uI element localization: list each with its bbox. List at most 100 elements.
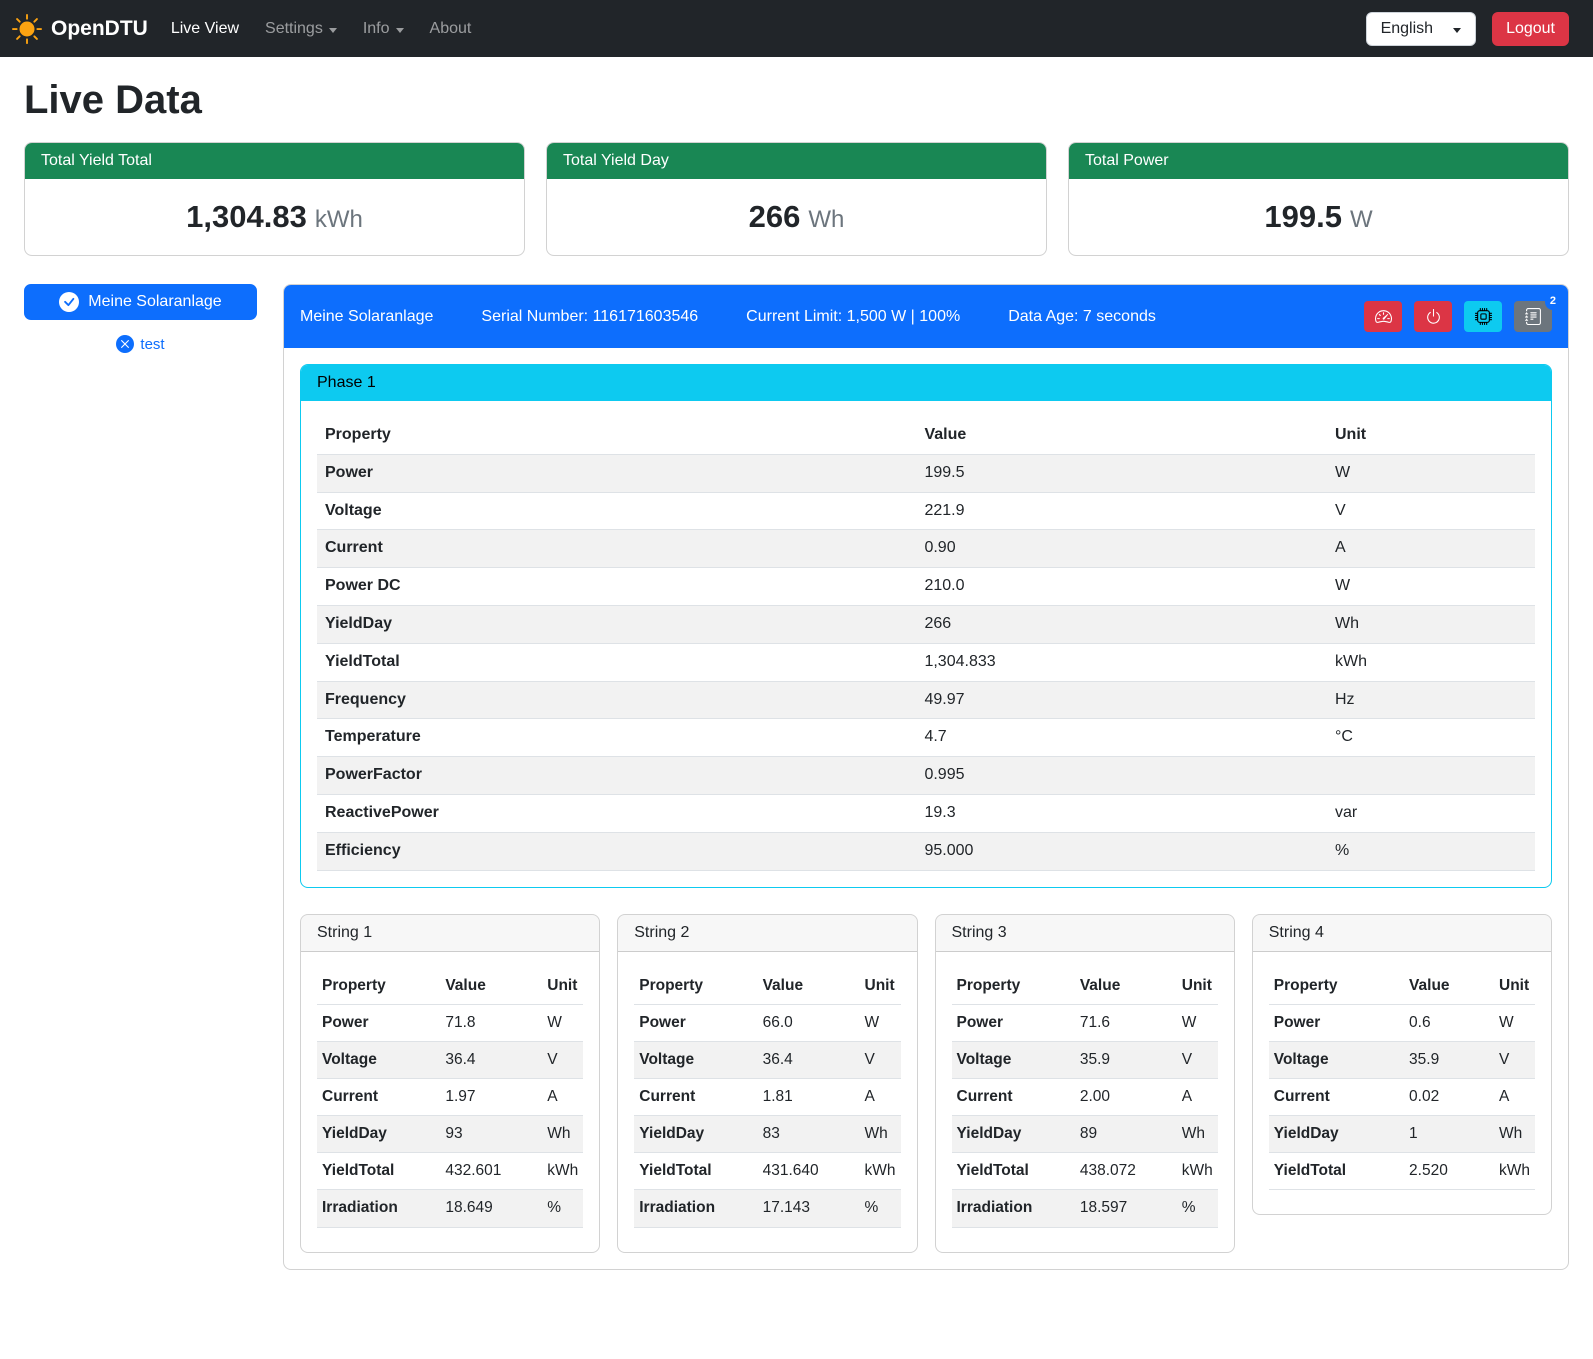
table-header-row: Property Value Unit [1269,968,1535,1005]
string-table-body: Power71.8WVoltage36.4VCurrent1.97AYieldD… [317,1004,583,1227]
inverter-select-button[interactable]: Meine Solaranlage [24,284,257,320]
cell-property: Voltage [317,1041,440,1078]
inverter-current-limit: Current Limit: 1,500 W | 100% [746,308,960,326]
nav-links: Live View Settings Info About [158,12,485,46]
column-header-property: Property [317,417,916,454]
nav-settings-label: Settings [265,20,323,38]
nav-about[interactable]: About [417,12,485,46]
table-row: ReactivePower19.3var [317,794,1535,832]
table-row: Current1.97A [317,1078,583,1115]
table-row: Irradiation17.143% [634,1190,900,1227]
table-row: PowerFactor0.995 [317,757,1535,795]
cell-property: YieldDay [317,1116,440,1153]
test-link[interactable]: test [140,336,164,353]
nav-live-view[interactable]: Live View [158,12,252,46]
table-row: Current0.90A [317,530,1535,568]
summary-card-total-power: Total Power 199.5W [1068,142,1569,256]
table-row: Power71.8W [317,1004,583,1041]
inverter-card-header: Meine Solaranlage Serial Number: 1161716… [284,285,1568,348]
cell-unit: A [1319,530,1535,568]
cell-value: 2.00 [1075,1078,1170,1115]
table-row: Efficiency95.000% [317,832,1535,870]
table-row: Power199.5W [317,454,1535,492]
cell-unit: kWh [1170,1153,1218,1190]
column-header-unit: Unit [853,968,901,1005]
cell-value: 0.995 [916,757,1319,795]
string-table-body: Power0.6WVoltage35.9VCurrent0.02AYieldDa… [1269,1004,1535,1190]
cell-unit: A [535,1078,583,1115]
cell-property: Efficiency [317,832,916,870]
device-info-button[interactable] [1464,301,1502,332]
table-row: YieldTotal432.601kWh [317,1153,583,1190]
table-row: Power0.6W [1269,1004,1535,1041]
column-header-unit: Unit [1487,968,1535,1005]
event-log-button[interactable]: 2 [1514,301,1552,332]
cell-property: Current [952,1078,1075,1115]
summary-card-title: Total Yield Day [547,143,1046,179]
string-card-2: String 2 Property Value Unit [617,914,917,1253]
cell-unit: W [1319,454,1535,492]
cell-value: 438.072 [1075,1153,1170,1190]
logout-button[interactable]: Logout [1492,12,1569,46]
table-row: YieldTotal2.520kWh [1269,1153,1535,1190]
cell-property: YieldTotal [317,643,916,681]
nav-settings[interactable]: Settings [252,12,350,46]
caret-down-icon [1453,28,1461,33]
phase-table: Property Value Unit Power199.5WVoltage22… [317,417,1535,871]
cell-value: 0.02 [1404,1078,1487,1115]
summary-card-value: 1,304.83 [186,199,307,234]
cell-property: YieldDay [634,1116,757,1153]
table-row: YieldDay93Wh [317,1116,583,1153]
string-table: Property Value Unit Power66.0WVoltage36.… [634,968,900,1228]
limit-settings-button[interactable] [1364,301,1402,332]
cell-property: ReactivePower [317,794,916,832]
cell-unit: % [535,1190,583,1227]
cell-value: 83 [758,1116,853,1153]
cell-property: Frequency [317,681,916,719]
x-circle-icon[interactable] [116,335,134,353]
table-row: Current1.81A [634,1078,900,1115]
string-title: String 1 [301,915,599,952]
string-card-body: Property Value Unit Power71.8WVoltage36.… [301,952,599,1252]
column-header-value: Value [1075,968,1170,1005]
string-table: Property Value Unit Power0.6WVoltage35.9… [1269,968,1535,1191]
speedometer-icon [1375,308,1392,325]
power-icon [1425,308,1442,325]
string-table: Property Value Unit Power71.6WVoltage35.… [952,968,1218,1228]
nav-info-label: Info [363,20,390,38]
cell-unit: W [1170,1004,1218,1041]
cell-value: 35.9 [1075,1041,1170,1078]
string-table: Property Value Unit Power71.8WVoltage36.… [317,968,583,1228]
language-select[interactable]: English [1366,12,1476,46]
cell-value: 210.0 [916,568,1319,606]
table-row: Voltage35.9V [952,1041,1218,1078]
cell-unit: kWh [1319,643,1535,681]
string-card-1: String 1 Property Value Unit [300,914,600,1253]
app-brand[interactable]: OpenDTU [12,14,148,44]
power-button[interactable] [1414,301,1452,332]
cell-property: YieldTotal [1269,1153,1404,1190]
cell-property: Power [317,454,916,492]
string-table-head: Property Value Unit [634,968,900,1005]
summary-card-unit: Wh [808,206,844,233]
string-card-body: Property Value Unit Power0.6WVoltage35.9… [1253,952,1551,1215]
cell-property: YieldDay [1269,1116,1404,1153]
table-row: Current0.02A [1269,1078,1535,1115]
summary-card-unit: kWh [315,206,363,233]
summary-card-value: 199.5 [1264,199,1342,234]
cell-value: 36.4 [758,1041,853,1078]
cell-value: 71.8 [440,1004,535,1041]
inverter-card-body: Phase 1 Property Value Unit [284,348,1568,1269]
table-row: YieldDay89Wh [952,1116,1218,1153]
page-title: Live Data [24,78,1569,123]
nav-info[interactable]: Info [350,12,417,46]
string-title: String 2 [618,915,916,952]
string-card-body: Property Value Unit Power66.0WVoltage36.… [618,952,916,1252]
column-header-value: Value [1404,968,1487,1005]
cell-unit: Wh [1170,1116,1218,1153]
column-header-unit: Unit [1319,417,1535,454]
cell-value: 66.0 [758,1004,853,1041]
table-row: Power71.6W [952,1004,1218,1041]
nav-live-view-label: Live View [171,20,239,38]
table-header-row: Property Value Unit [952,968,1218,1005]
